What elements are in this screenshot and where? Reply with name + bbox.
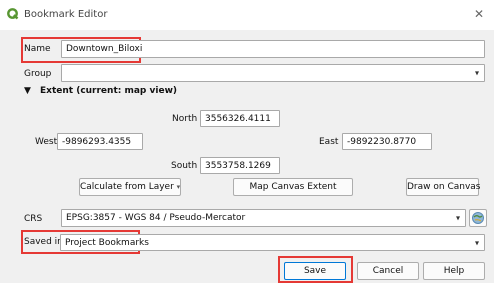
chevron-down-icon: ▾ — [474, 238, 479, 247]
draw-on-canvas-button[interactable]: Draw on Canvas — [406, 178, 481, 196]
chevron-down-icon: ▾ — [455, 213, 460, 223]
south-value: 3553758.1269 — [205, 160, 271, 171]
help-label: Help — [443, 266, 465, 276]
name-label: Name — [24, 44, 51, 54]
calculate-from-layer-button[interactable]: Calculate from Layer ▾ — [79, 178, 181, 196]
qgis-logo-icon — [7, 8, 19, 20]
crs-value: EPSG:3857 - WGS 84 / Pseudo-Mercator — [66, 213, 246, 223]
name-input-value: Downtown_Biloxi — [66, 44, 143, 54]
map-canvas-extent-button[interactable]: Map Canvas Extent — [233, 178, 353, 196]
crs-label: CRS — [24, 214, 43, 224]
crs-selector-button[interactable] — [469, 209, 487, 227]
crs-combobox[interactable]: EPSG:3857 - WGS 84 / Pseudo-Mercator ▾ — [61, 209, 466, 227]
west-input[interactable]: -9896293.4355 — [57, 133, 143, 150]
chevron-down-icon: ▾ — [176, 183, 181, 191]
calculate-from-layer-label: Calculate from Layer — [80, 182, 174, 192]
west-value: -9896293.4355 — [62, 136, 132, 147]
west-label: West — [35, 137, 58, 147]
saved-in-combobox[interactable]: Project Bookmarks ▾ — [60, 234, 485, 251]
north-value: 3556326.4111 — [205, 113, 271, 124]
chevron-down-icon: ▾ — [474, 68, 479, 78]
east-label: East — [319, 137, 339, 147]
north-input[interactable]: 3556326.4111 — [200, 110, 280, 127]
help-button[interactable]: Help — [423, 262, 485, 280]
globe-icon — [472, 212, 484, 224]
window-title: Bookmark Editor — [24, 9, 108, 20]
save-button[interactable]: Save — [284, 262, 346, 280]
south-input[interactable]: 3553758.1269 — [200, 157, 280, 174]
map-canvas-extent-label: Map Canvas Extent — [249, 182, 337, 192]
group-label: Group — [24, 69, 52, 79]
saved-in-label: Saved in — [24, 237, 63, 247]
north-label: North — [172, 114, 198, 124]
save-label: Save — [303, 266, 327, 276]
draw-on-canvas-label: Draw on Canvas — [407, 182, 481, 192]
group-combobox[interactable]: ▾ — [61, 64, 485, 82]
extent-collapse-toggle[interactable]: ▼ — [24, 86, 31, 96]
close-icon[interactable]: ✕ — [474, 7, 484, 21]
cancel-button[interactable]: Cancel — [357, 262, 419, 280]
extent-header: Extent (current: map view) — [40, 86, 177, 96]
name-input[interactable]: Downtown_Biloxi — [61, 40, 485, 58]
south-label: South — [171, 161, 198, 171]
cancel-label: Cancel — [372, 266, 404, 276]
east-input[interactable]: -9892230.8770 — [342, 133, 432, 150]
east-value: -9892230.8770 — [347, 136, 417, 147]
saved-in-value: Project Bookmarks — [65, 237, 149, 248]
